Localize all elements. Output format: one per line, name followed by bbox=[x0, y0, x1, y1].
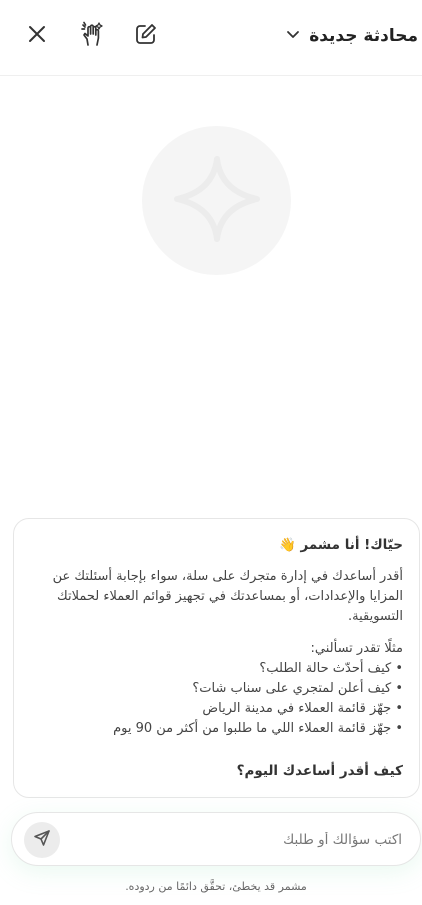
edit-icon bbox=[134, 22, 158, 50]
send-button[interactable] bbox=[24, 822, 60, 858]
send-icon bbox=[33, 829, 51, 851]
examples-title: مثلًا تقدر تسألني: bbox=[310, 641, 403, 656]
chat-header: محادثة جديدة bbox=[0, 0, 422, 76]
message-composer bbox=[11, 812, 421, 866]
conversation-selector[interactable]: محادثة جديدة bbox=[285, 20, 418, 52]
message-input[interactable] bbox=[72, 823, 404, 857]
greeting-text: حيّاك! أنا مشمر 👋 bbox=[278, 537, 403, 553]
page-title: محادثة جديدة bbox=[309, 26, 418, 46]
close-icon bbox=[27, 24, 47, 48]
welcome-message: حيّاك! أنا مشمر 👋 أقدر أساعدك في إدارة م… bbox=[13, 518, 420, 798]
chevron-down-icon bbox=[285, 26, 301, 46]
disclaimer-text: مشمر قد يخطئ، تحقَّق دائمًا من ردوده. bbox=[125, 880, 307, 893]
new-chat-button[interactable] bbox=[130, 20, 162, 52]
assistant-logo bbox=[142, 126, 291, 275]
close-button[interactable] bbox=[21, 20, 53, 52]
chat-app: محادثة جديدة حيّاك! أنا مشمر 👋 أقدر أساع… bbox=[0, 0, 422, 905]
example-item: جهّز قائمة العملاء اللي ما طلبوا من أكثر… bbox=[34, 719, 403, 739]
example-item: كيف أعلن لمتجري على سناب شات؟ bbox=[34, 679, 403, 699]
example-item: جهّز قائمة العملاء في مدينة الرياض bbox=[34, 699, 403, 719]
examples-list: كيف أحدّث حالة الطلب؟ كيف أعلن لمتجري عل… bbox=[34, 659, 403, 739]
sparkle-star-icon bbox=[169, 151, 265, 251]
intro-text: أقدر أساعدك في إدارة متجرك على سلة، سواء… bbox=[52, 569, 403, 624]
hand-sparkle-icon bbox=[79, 21, 105, 51]
example-item: كيف أحدّث حالة الطلب؟ bbox=[34, 659, 403, 679]
gesture-button[interactable] bbox=[76, 20, 108, 52]
closing-question: كيف أقدر أساعدك اليوم؟ bbox=[236, 763, 403, 779]
